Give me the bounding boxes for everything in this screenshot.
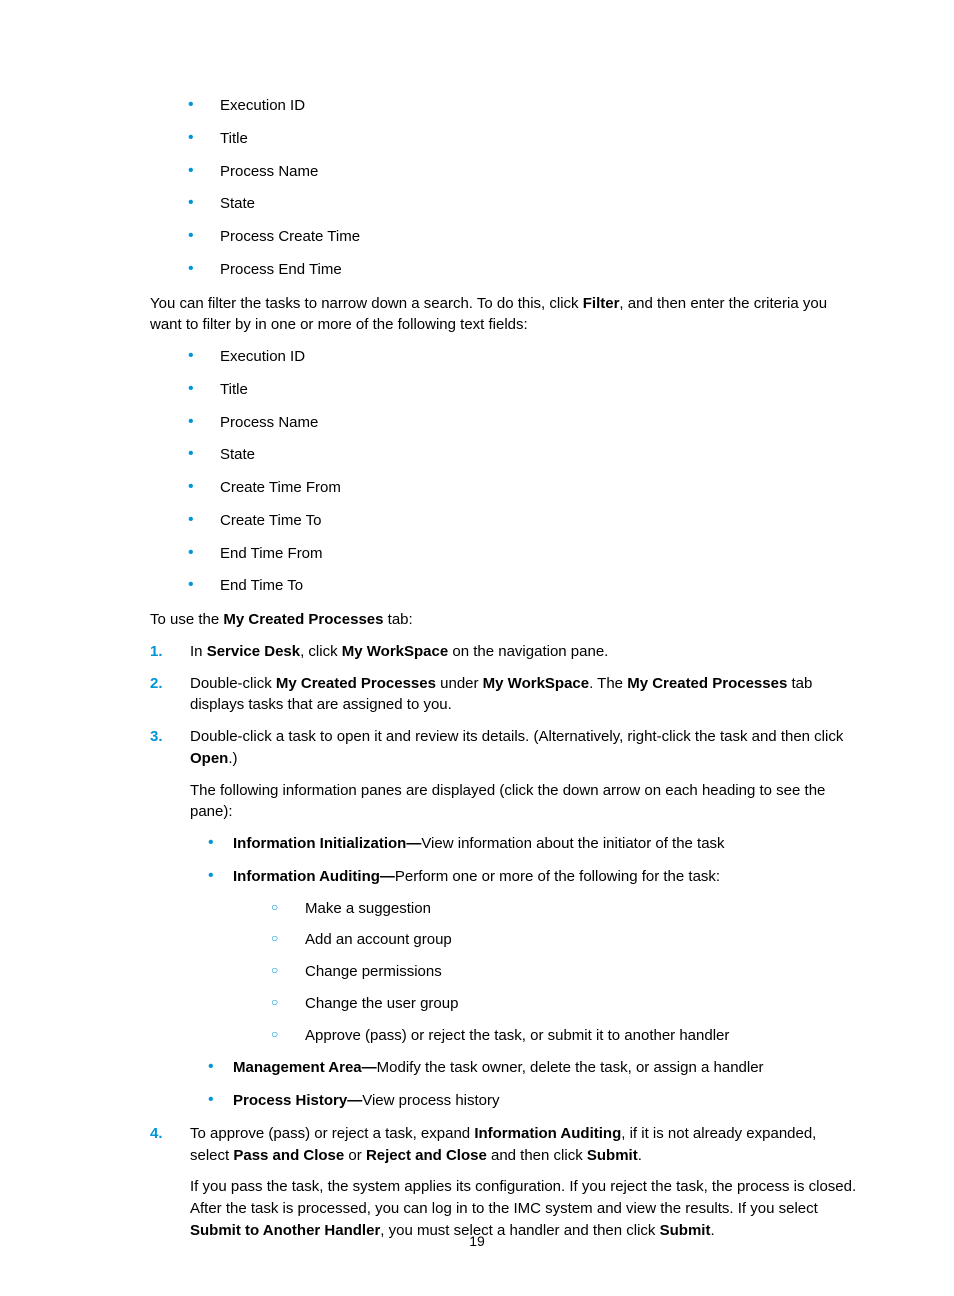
text: Process Name (220, 414, 318, 431)
list-item: Change permissions (271, 961, 859, 983)
text: Double-click a task to open it and revie… (190, 728, 843, 745)
paragraph-tab-intro: To use the My Created Processes tab: (150, 609, 859, 631)
list-item: Create Time To (188, 510, 859, 532)
text: under (436, 675, 483, 692)
text: and then click (487, 1147, 587, 1164)
bold: My Created Processes (276, 675, 436, 692)
bold: Pass and Close (233, 1147, 344, 1164)
text: Create Time From (220, 479, 341, 496)
pane-process-history: Process History—View process history (208, 1090, 859, 1112)
step-2: 2. Double-click My Created Processes und… (150, 673, 859, 717)
step-3: 3. Double-click a task to open it and re… (150, 726, 859, 1112)
bold: My Created Processes (223, 611, 383, 628)
text: , click (300, 643, 342, 660)
text: or (344, 1147, 366, 1164)
list-item: End Time To (188, 575, 859, 597)
text: . (638, 1147, 642, 1164)
step-number: 3. (150, 726, 163, 748)
bold: Service Desk (207, 643, 300, 660)
list-item: Make a suggestion (271, 898, 859, 920)
text: Title (220, 381, 248, 398)
list-item: State (188, 193, 859, 215)
text: Execution ID (220, 348, 305, 365)
list-task-columns: Execution ID Title Process Name State Pr… (150, 95, 859, 281)
text: Process End Time (220, 261, 342, 278)
step-number: 2. (150, 673, 163, 695)
text: To use the (150, 611, 223, 628)
text: View information about the initiator of … (421, 835, 724, 852)
page: Execution ID Title Process Name State Pr… (0, 0, 954, 1296)
step-1: 1. In Service Desk, click My WorkSpace o… (150, 641, 859, 663)
pane-management-area: Management Area—Modify the task owner, d… (208, 1057, 859, 1079)
panes-list: Information Initialization—View informat… (190, 833, 859, 1112)
text: State (220, 446, 255, 463)
text: Process Name (220, 163, 318, 180)
bold: My WorkSpace (342, 643, 448, 660)
text: Change permissions (305, 963, 442, 980)
audit-actions: Make a suggestion Add an account group C… (233, 898, 859, 1047)
list-item: Process Name (188, 412, 859, 434)
list-filter-fields: Execution ID Title Process Name State Cr… (150, 346, 859, 597)
list-item: State (188, 444, 859, 466)
bold: Open (190, 750, 228, 767)
list-item: Process Create Time (188, 226, 859, 248)
text: View process history (362, 1092, 499, 1109)
bold: Information Auditing (474, 1125, 621, 1142)
list-item: Create Time From (188, 477, 859, 499)
paragraph-filter-intro: You can filter the tasks to narrow down … (150, 293, 859, 337)
list-item: End Time From (188, 543, 859, 565)
list-item: Change the user group (271, 993, 859, 1015)
list-item: Title (188, 128, 859, 150)
list-item: Approve (pass) or reject the task, or su… (271, 1025, 859, 1047)
text: Add an account group (305, 931, 452, 948)
bold: Filter (583, 295, 620, 312)
step-4: 4. To approve (pass) or reject a task, e… (150, 1123, 859, 1242)
pane-info-init: Information Initialization—View informat… (208, 833, 859, 855)
bold: My WorkSpace (483, 675, 589, 692)
text: Execution ID (220, 97, 305, 114)
text: End Time To (220, 577, 303, 594)
bold: Submit (587, 1147, 638, 1164)
bold: Information Initialization— (233, 835, 421, 852)
pane-info-auditing: Information Auditing—Perform one or more… (208, 866, 859, 1047)
text: on the navigation pane. (448, 643, 608, 660)
list-item: Process End Time (188, 259, 859, 281)
text: In (190, 643, 207, 660)
text: Title (220, 130, 248, 147)
bold: Information Auditing— (233, 868, 395, 885)
list-item: Title (188, 379, 859, 401)
text: Make a suggestion (305, 900, 431, 917)
step-number: 4. (150, 1123, 163, 1145)
text: You can filter the tasks to narrow down … (150, 295, 583, 312)
text: Modify the task owner, delete the task, … (377, 1059, 764, 1076)
bold: My Created Processes (627, 675, 787, 692)
text: .) (228, 750, 237, 767)
list-item: Execution ID (188, 346, 859, 368)
text: State (220, 195, 255, 212)
list-item: Execution ID (188, 95, 859, 117)
text: End Time From (220, 545, 323, 562)
steps-list: 1. In Service Desk, click My WorkSpace o… (150, 641, 859, 1242)
text: Create Time To (220, 512, 321, 529)
list-item: Process Name (188, 161, 859, 183)
text: To approve (pass) or reject a task, expa… (190, 1125, 474, 1142)
text: Approve (pass) or reject the task, or su… (305, 1027, 729, 1044)
text: Process Create Time (220, 228, 360, 245)
step-3-note: The following information panes are disp… (190, 780, 859, 824)
text: Double-click (190, 675, 276, 692)
step-number: 1. (150, 641, 163, 663)
text: If you pass the task, the system applies… (190, 1178, 856, 1217)
bold: Management Area— (233, 1059, 377, 1076)
text: . The (589, 675, 627, 692)
text: tab: (383, 611, 412, 628)
bold: Reject and Close (366, 1147, 487, 1164)
text: Perform one or more of the following for… (395, 868, 720, 885)
page-number: 19 (0, 1231, 954, 1251)
text: Change the user group (305, 995, 458, 1012)
list-item: Add an account group (271, 929, 859, 951)
bold: Process History— (233, 1092, 362, 1109)
